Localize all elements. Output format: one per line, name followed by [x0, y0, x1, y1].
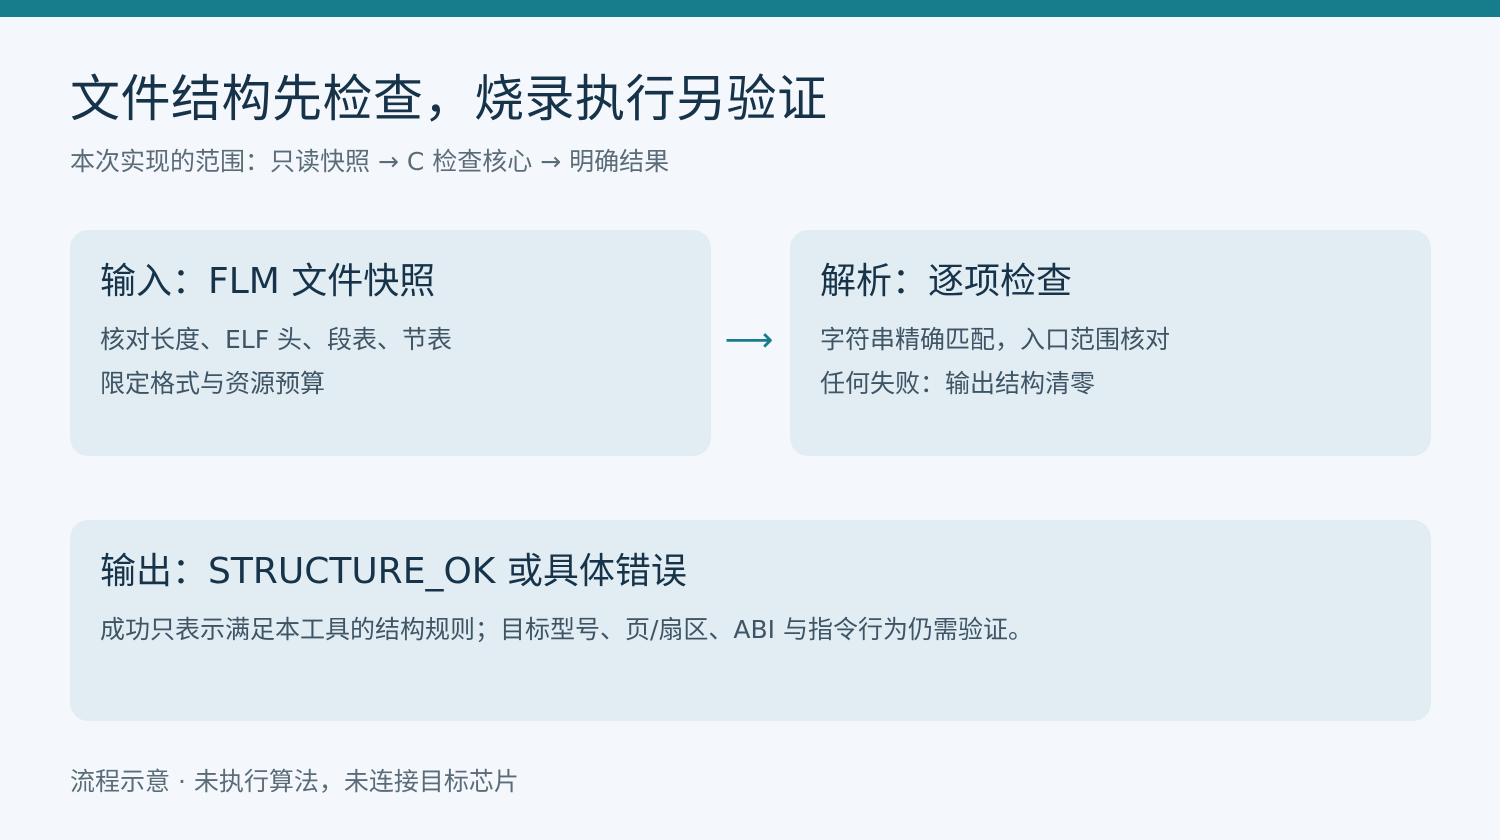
flow-arrow-icon: ⟶: [724, 320, 774, 360]
input-step-detail: 限定格式与资源预算: [100, 369, 326, 398]
page-subtitle: 本次实现的范围：只读快照 → C 检查核心 → 明确结果: [70, 147, 670, 176]
output-step-card: 输出：STRUCTURE_OK 或具体错误 成功只表示满足本工具的结构规则；目标…: [70, 520, 1431, 721]
parse-step-heading: 解析：逐项检查: [820, 261, 1073, 302]
output-step-heading: 输出：STRUCTURE_OK 或具体错误: [100, 551, 687, 592]
output-step-detail: 成功只表示满足本工具的结构规则；目标型号、页/扇区、ABI 与指令行为仍需验证。: [100, 615, 1033, 644]
top-accent-bar: [0, 0, 1500, 17]
page-title: 文件结构先检查，烧录执行另验证: [70, 70, 828, 128]
parse-step-card: 解析：逐项检查 字符串精确匹配，入口范围核对 任何失败：输出结构清零: [790, 230, 1431, 456]
parse-step-detail: 任何失败：输出结构清零: [820, 369, 1096, 398]
input-step-heading: 输入：FLM 文件快照: [100, 261, 436, 302]
input-step-detail: 核对长度、ELF 头、段表、节表: [100, 325, 453, 354]
footnote: 流程示意 · 未执行算法，未连接目标芯片: [70, 767, 519, 796]
parse-step-detail: 字符串精确匹配，入口范围核对: [820, 325, 1171, 354]
input-step-card: 输入：FLM 文件快照 核对长度、ELF 头、段表、节表 限定格式与资源预算: [70, 230, 711, 456]
